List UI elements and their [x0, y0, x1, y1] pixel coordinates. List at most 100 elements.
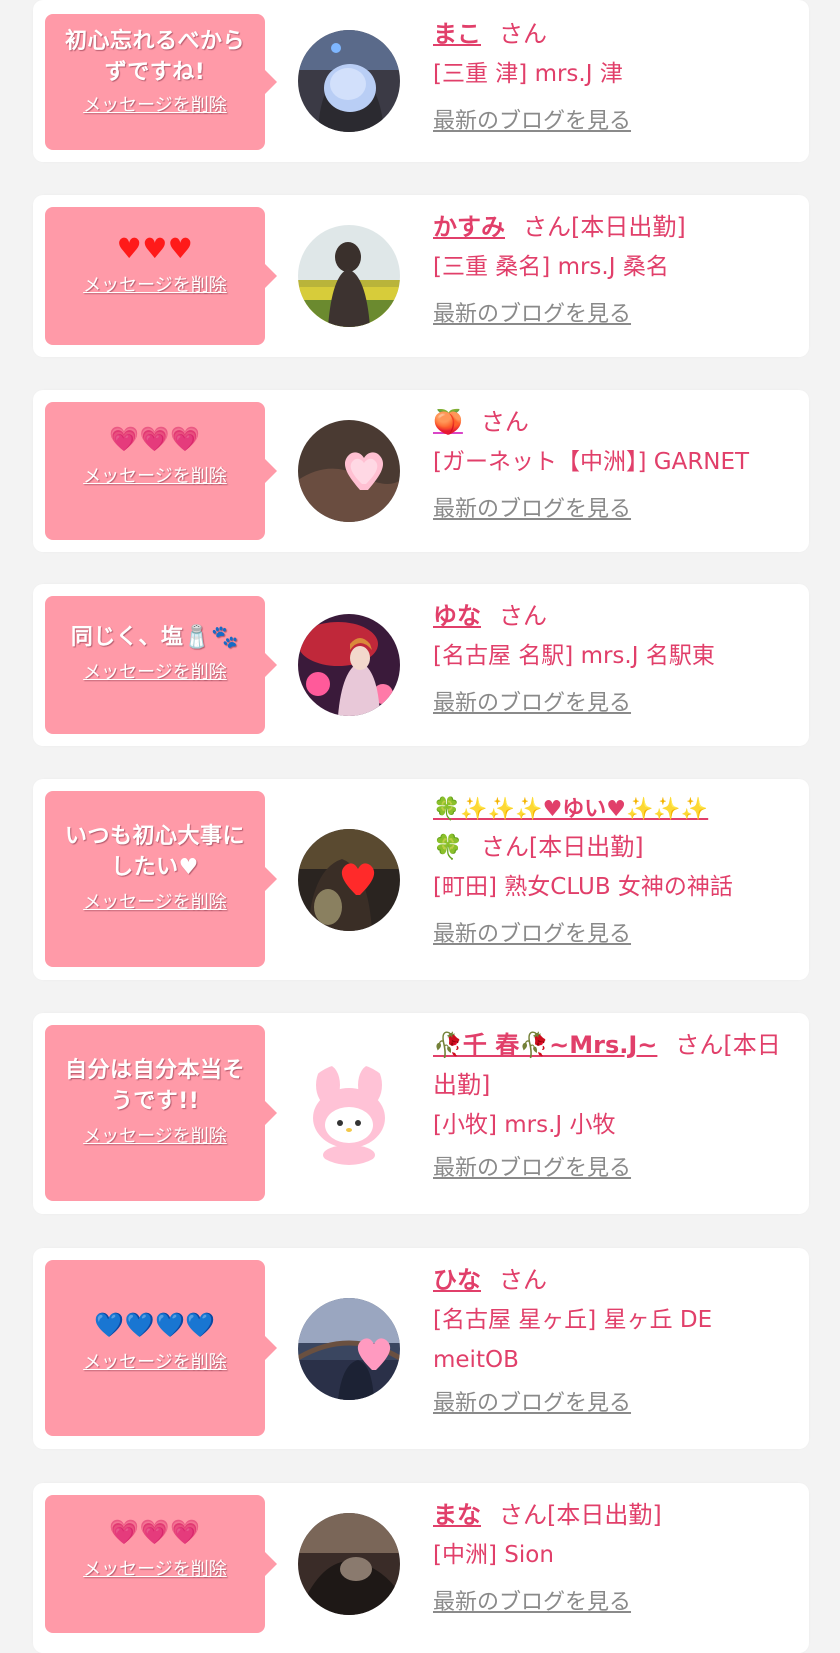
message-card: 💙💙💙💙 メッセージを削除 ひな さん [名古屋 星ヶ丘] 星ヶ丘 DE meit…: [33, 1248, 809, 1449]
shop-name: [ガーネット【中洲】] GARNET: [433, 449, 750, 475]
honorific-suffix: さん: [499, 602, 547, 630]
girl-photo-red-heart-icon: [298, 829, 400, 931]
delete-message-link[interactable]: メッセージを削除: [83, 661, 227, 685]
message-text-line: 💗💗💗: [109, 1518, 201, 1546]
latest-blog-link[interactable]: 最新のブログを見る: [433, 1388, 631, 1420]
name-line: 🍑 さん: [433, 402, 799, 442]
message-list: 初心忘れるべから ずですね! メッセージを削除 まこ さん [三重 津] mrs.…: [0, 0, 840, 1653]
honorific-suffix: さん[本日出勤]: [499, 1501, 662, 1529]
honorific-suffix: さん[本日: [675, 1031, 781, 1059]
message-text: ♥♥♥: [55, 207, 255, 264]
girl-name-link[interactable]: まな: [433, 1501, 481, 1529]
latest-blog-link[interactable]: 最新のブログを見る: [433, 106, 631, 138]
message-card: いつも初心大事に したい♥ メッセージを削除 🍀✨✨✨♥ゆい♥✨✨✨ 🍀 さん[本…: [33, 779, 809, 980]
girl-photo-dark-icon: [298, 1513, 400, 1615]
girl-photo-flower-field-icon: [298, 225, 400, 327]
honorific-suffix: さん[本日出勤]: [523, 213, 686, 241]
message-bubble: ♥♥♥ メッセージを削除: [45, 207, 277, 345]
message-text-line: 自分は自分本当そ: [64, 1058, 245, 1083]
plush-toy-pink-bunny-icon: [298, 1063, 400, 1165]
avatar[interactable]: [298, 1298, 400, 1400]
name-line: ひな さん: [433, 1260, 799, 1300]
message-card: 💗💗💗 メッセージを削除 🍑 さん [ガーネット【中洲】] GARNET 最新のブ…: [33, 390, 809, 552]
name-line: 🥀千 春🥀~Mrs.J~ さん[本日: [433, 1025, 799, 1065]
message-text-line: 同じく、塩🧂🐾: [70, 625, 240, 650]
message-bubble: 同じく、塩🧂🐾 メッセージを削除: [45, 596, 277, 734]
girl-name-link[interactable]: 🍀✨✨✨♥ゆい♥✨✨✨: [433, 797, 708, 822]
avatar[interactable]: [298, 30, 400, 132]
girl-name-link[interactable]: ゆな: [433, 602, 481, 630]
delete-message-link[interactable]: メッセージを削除: [83, 465, 227, 489]
message-bubble: 初心忘れるべから ずですね! メッセージを削除: [45, 14, 277, 150]
girl-name-link[interactable]: まこ: [433, 20, 481, 48]
girl-info: まこ さん [三重 津] mrs.J 津 最新のブログを見る: [433, 14, 799, 138]
honorific-suffix: さん: [480, 408, 529, 436]
latest-blog-link[interactable]: 最新のブログを見る: [433, 299, 631, 331]
avatar[interactable]: [298, 420, 400, 522]
name-line: 🍀✨✨✨♥ゆい♥✨✨✨: [433, 791, 799, 827]
latest-blog-link[interactable]: 最新のブログを見る: [433, 1587, 631, 1619]
shop-name: [名古屋 星ヶ丘] 星ヶ丘 DE: [433, 1307, 713, 1333]
honorific-suffix: さん[本日出勤]: [480, 833, 644, 861]
name-line: まこ さん: [433, 14, 799, 54]
message-card: 💗💗💗 メッセージを削除 まな さん[本日出勤] [中洲] Sion 最新のブログ…: [33, 1483, 809, 1653]
name-line: 出勤]: [433, 1065, 799, 1105]
message-text-line: 💗💗💗: [109, 425, 201, 453]
name-line: ゆな さん: [433, 596, 799, 636]
message-bubble: 💙💙💙💙 メッセージを削除: [45, 1260, 277, 1436]
girl-info: 🥀千 春🥀~Mrs.J~ さん[本日 出勤] [小牧] mrs.J 小牧 最新のブ…: [433, 1025, 799, 1185]
avatar[interactable]: [298, 614, 400, 716]
avatar[interactable]: [298, 1513, 400, 1615]
message-bubble: 💗💗💗 メッセージを削除: [45, 1495, 277, 1633]
girl-name-link[interactable]: 🍑: [433, 408, 463, 436]
girl-name-link[interactable]: かすみ: [433, 213, 505, 241]
shop-name-continued: meitOB: [433, 1347, 519, 1373]
name-line: 🍀 さん[本日出勤]: [433, 827, 799, 867]
honorific-suffix: さん: [499, 20, 547, 48]
message-card: 同じく、塩🧂🐾 メッセージを削除 ゆな さん [名古屋 名駅] mrs.J 名駅東…: [33, 584, 809, 746]
girl-info: 🍑 さん [ガーネット【中洲】] GARNET 最新のブログを見る: [433, 402, 799, 526]
shop-name: [名古屋 名駅] mrs.J 名駅東: [433, 643, 715, 669]
message-card: ♥♥♥ メッセージを削除 かすみ さん[本日出勤] [三重 桑名] mrs.J 桑…: [33, 195, 809, 357]
girl-name-link[interactable]: 🥀千 春🥀~Mrs.J~: [433, 1031, 657, 1059]
message-text-line: ずですね!: [104, 60, 206, 85]
message-text-line: 💙💙💙💙: [94, 1311, 216, 1339]
honorific-suffix-continued: 出勤]: [433, 1071, 491, 1099]
message-text: 初心忘れるべから ずですね!: [55, 14, 255, 88]
message-bubble: 自分は自分本当そ うです!! メッセージを削除: [45, 1025, 277, 1201]
delete-message-link[interactable]: メッセージを削除: [83, 1558, 227, 1582]
girl-info: まな さん[本日出勤] [中洲] Sion 最新のブログを見る: [433, 1495, 799, 1619]
shop-name: [中洲] Sion: [433, 1542, 554, 1568]
avatar[interactable]: [298, 225, 400, 327]
latest-blog-link[interactable]: 最新のブログを見る: [433, 688, 631, 720]
delete-message-link[interactable]: メッセージを削除: [83, 274, 227, 298]
delete-message-link[interactable]: メッセージを削除: [83, 94, 227, 118]
girl-photo-bridge-heart-icon: [298, 1298, 400, 1400]
avatar[interactable]: [298, 829, 400, 931]
girl-photo-kimono-icon: [298, 614, 400, 716]
latest-blog-link[interactable]: 最新のブログを見る: [433, 494, 631, 526]
delete-message-link[interactable]: メッセージを削除: [83, 1125, 227, 1149]
message-text: 💙💙💙💙: [55, 1260, 255, 1341]
message-text-line: 初心忘れるべから: [64, 29, 245, 54]
shop-name: [町田] 熟女CLUB 女神の神話: [433, 874, 733, 900]
message-text-line: うです!!: [110, 1089, 200, 1114]
name-line: まな さん[本日出勤]: [433, 1495, 799, 1535]
message-bubble: 💗💗💗 メッセージを削除: [45, 402, 277, 540]
message-text: 💗💗💗: [55, 1495, 255, 1548]
shop-name: [三重 桑名] mrs.J 桑名: [433, 254, 669, 280]
girl-photo-blue-blur-icon: [298, 30, 400, 132]
avatar[interactable]: [298, 1063, 400, 1165]
shop-name: [三重 津] mrs.J 津: [433, 61, 623, 87]
message-text: いつも初心大事に したい♥: [55, 791, 255, 883]
message-text-line: ♥♥♥: [116, 232, 194, 265]
delete-message-link[interactable]: メッセージを削除: [83, 891, 227, 915]
clover-icon: 🍀: [433, 833, 463, 861]
message-card: 初心忘れるべから ずですね! メッセージを削除 まこ さん [三重 津] mrs.…: [33, 0, 809, 162]
girl-name-link[interactable]: ひな: [433, 1266, 481, 1294]
latest-blog-link[interactable]: 最新のブログを見る: [433, 919, 631, 951]
message-text: 同じく、塩🧂🐾: [55, 596, 255, 653]
shop-name: [小牧] mrs.J 小牧: [433, 1112, 616, 1138]
delete-message-link[interactable]: メッセージを削除: [83, 1351, 227, 1375]
latest-blog-link[interactable]: 最新のブログを見る: [433, 1153, 631, 1185]
